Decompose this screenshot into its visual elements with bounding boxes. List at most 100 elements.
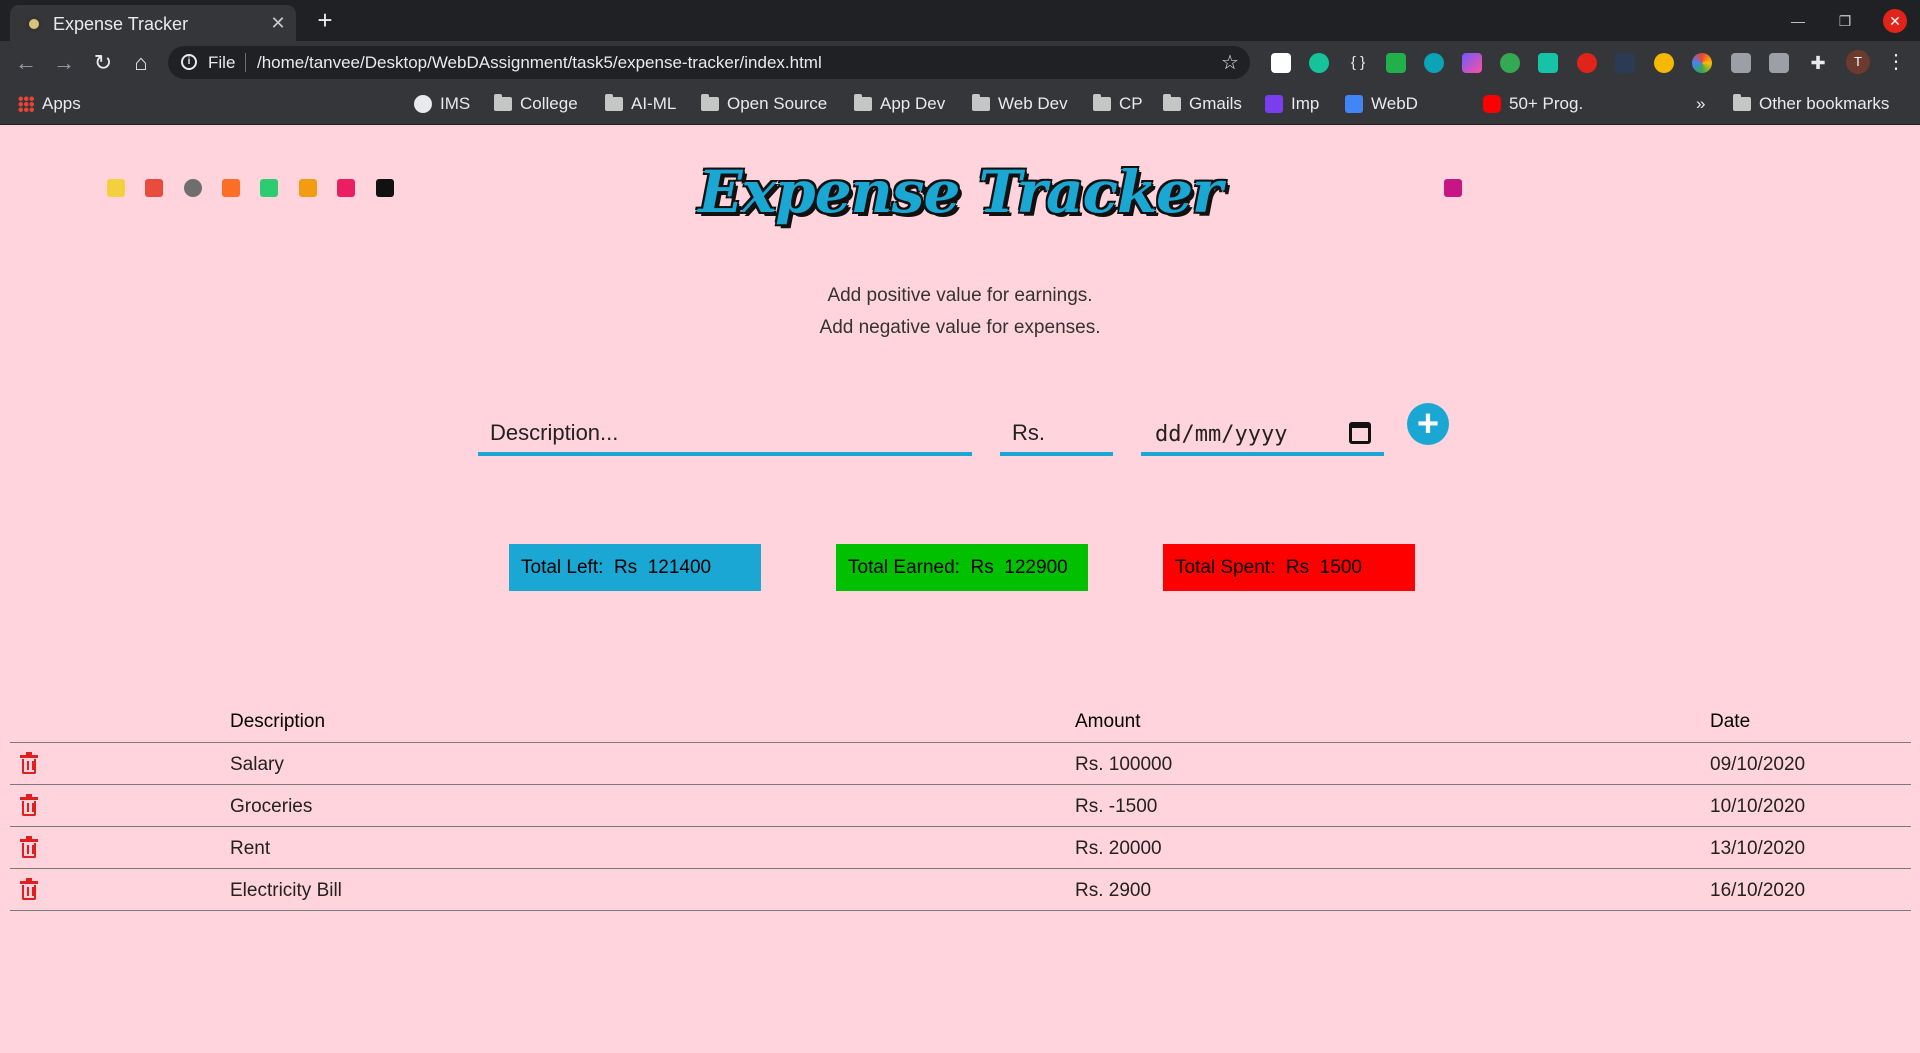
bookmark-college[interactable]: College (494, 92, 578, 116)
reload-icon[interactable]: ↻ (89, 49, 117, 77)
row-date: 09/10/2020 (1710, 754, 1806, 775)
extension-icon[interactable] (1386, 53, 1406, 73)
extensions-puzzle-icon[interactable]: ✚ (1808, 53, 1828, 73)
forward-icon[interactable]: → (50, 49, 78, 77)
bookmark-ai-ml[interactable]: AI-ML (605, 92, 676, 116)
bookmark-50-prog[interactable]: 50+ Prog. (1483, 92, 1583, 116)
color-picker-icon[interactable] (1692, 53, 1712, 73)
browser-tab[interactable]: Expense Tracker ✕ (10, 5, 296, 41)
bookmark-webd[interactable]: WebD (1345, 92, 1418, 116)
delete-trash-icon[interactable] (20, 794, 38, 817)
home-icon[interactable]: ⌂ (127, 49, 155, 77)
folder-icon (1093, 94, 1111, 111)
extension-icon[interactable] (1462, 53, 1482, 73)
plus-icon: + (1416, 403, 1440, 445)
divider (245, 53, 246, 72)
adblock-icon[interactable] (1577, 53, 1597, 73)
bookmark-open-source[interactable]: Open Source (701, 92, 827, 116)
address-bar[interactable]: i File /home/tanvee/Desktop/WebDAssignme… (168, 46, 1250, 79)
row-amount: Rs. 100000 (1075, 754, 1173, 775)
bookmark-label: Web Dev (998, 94, 1068, 113)
total-spent-badge: Total Spent: Rs 1500 (1163, 544, 1415, 591)
total-left-badge: Total Left: Rs 121400 (509, 544, 761, 591)
restore-icon[interactable]: ❐ (1833, 9, 1857, 33)
tab-strip: Expense Tracker ✕ + — ❐ ✕ (0, 0, 1920, 41)
json-viewer-icon[interactable]: { } (1348, 53, 1368, 73)
minimize-icon[interactable]: — (1786, 9, 1810, 33)
close-tab-icon[interactable]: ✕ (266, 11, 290, 35)
menu-icon[interactable]: ⋮ (1886, 50, 1906, 74)
browser-toolbar: ← → ↻ ⌂ i File /home/tanvee/Desktop/WebD… (0, 41, 1920, 84)
table-row: Salary Rs. 100000 09/10/2020 (10, 743, 1911, 785)
extension-icon[interactable] (1538, 53, 1558, 73)
table-header: Description Amount Date (10, 707, 1911, 743)
add-transaction-button[interactable]: + (1407, 403, 1449, 445)
docs-icon (1345, 95, 1363, 113)
delete-trash-icon[interactable] (20, 752, 38, 775)
extension-icon[interactable] (1731, 53, 1751, 73)
header-date: Date (1710, 711, 1751, 732)
extension-icon[interactable] (1424, 53, 1444, 73)
url-text[interactable]: /home/tanvee/Desktop/WebDAssignment/task… (257, 53, 822, 73)
grammarly-icon[interactable] (1309, 53, 1329, 73)
url-scheme: File (208, 53, 236, 72)
new-tab-button[interactable]: + (312, 7, 338, 33)
folder-icon (605, 94, 623, 111)
apps-icon (18, 96, 34, 112)
bookmark-gmails[interactable]: Gmails (1163, 92, 1242, 116)
tab-title: Expense Tracker (53, 14, 189, 34)
row-description: Rent (230, 838, 271, 859)
bookmark-app-dev[interactable]: App Dev (854, 92, 945, 116)
favicon-icon (26, 16, 42, 32)
bookmark-star-icon[interactable]: ☆ (1221, 50, 1239, 75)
delete-trash-icon[interactable] (20, 878, 38, 901)
folder-icon (1733, 94, 1751, 111)
bookmark-imp[interactable]: Imp (1265, 92, 1319, 116)
bookmark-label: IMS (440, 94, 471, 113)
extension-icon[interactable] (1769, 53, 1789, 73)
row-description: Electricity Bill (230, 880, 342, 901)
bookmark-label: WebD (1371, 94, 1418, 113)
info-icon[interactable]: i (181, 54, 197, 70)
row-amount: Rs. 2900 (1075, 880, 1152, 901)
delete-trash-icon[interactable] (20, 836, 38, 859)
extension-icon[interactable] (1271, 53, 1291, 73)
description-input[interactable] (478, 414, 972, 456)
table-row: Rent Rs. 20000 13/10/2020 (10, 827, 1911, 869)
extension-icon[interactable] (1615, 53, 1635, 73)
bookmark-label: App Dev (880, 94, 946, 113)
folder-icon (972, 94, 990, 111)
bookmark-web-dev[interactable]: Web Dev (972, 92, 1068, 116)
bookmark-cp[interactable]: CP (1093, 92, 1143, 116)
bookmarks-bar: Apps IMS College AI-ML Open Source App D… (0, 84, 1920, 197)
back-icon[interactable]: ← (12, 49, 40, 77)
overflow-chevron-icon: » (1696, 94, 1706, 113)
row-description: Groceries (230, 796, 313, 817)
bookmark-label: College (520, 94, 578, 113)
bookmark-label: Gmails (1189, 94, 1242, 113)
folder-icon (494, 94, 512, 111)
bookmark-ims[interactable]: IMS (414, 92, 470, 116)
extension-icon[interactable] (1654, 53, 1674, 73)
bookmark-label: Open Source (727, 94, 828, 113)
transactions-table: Description Amount Date Salary Rs. 10000… (10, 707, 1911, 911)
date-input[interactable]: dd/mm/yyyy (1141, 414, 1384, 456)
folder-icon (701, 94, 719, 111)
amount-input[interactable] (1000, 414, 1113, 456)
row-date: 10/10/2020 (1710, 796, 1806, 817)
calendar-icon[interactable] (1349, 422, 1371, 444)
window-close-icon[interactable]: ✕ (1883, 9, 1907, 33)
bookmarks-overflow[interactable]: » (1696, 92, 1705, 116)
table-row: Electricity Bill Rs. 2900 16/10/2020 (10, 869, 1911, 911)
globe-icon (414, 95, 432, 113)
folder-icon (1163, 94, 1181, 111)
bookmark-apps[interactable]: Apps (18, 92, 81, 116)
bookmark-other[interactable]: Other bookmarks (1733, 92, 1889, 116)
total-earned-badge: Total Earned: Rs 122900 (836, 544, 1088, 591)
hint-earnings: Add positive value for earnings. (827, 285, 1093, 306)
bookmark-label: Apps (42, 94, 81, 113)
profile-avatar[interactable]: T (1846, 50, 1870, 74)
extension-icon[interactable] (1500, 53, 1520, 73)
row-date: 13/10/2020 (1710, 838, 1806, 859)
row-date: 16/10/2020 (1710, 880, 1806, 901)
